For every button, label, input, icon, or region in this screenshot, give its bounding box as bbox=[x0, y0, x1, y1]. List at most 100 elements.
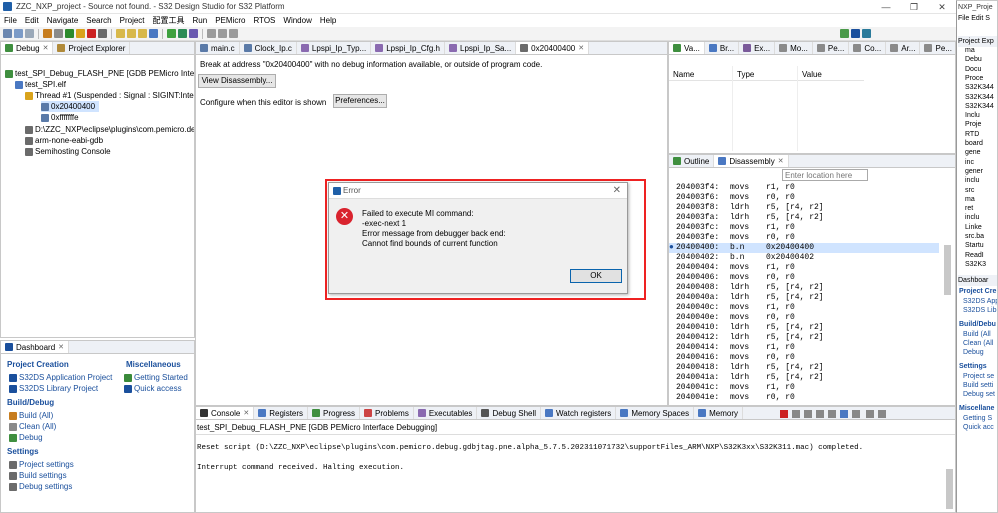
console-scrollbar[interactable] bbox=[946, 469, 953, 509]
minimize-button[interactable]: — bbox=[872, 0, 900, 14]
secondary-tree-item[interactable]: src bbox=[965, 186, 974, 195]
tab-lpspi-ip-sa[interactable]: Lpspi_Ip_Sa... bbox=[445, 42, 517, 54]
column-name[interactable]: Name bbox=[673, 69, 694, 80]
disassembly-row[interactable]: 204003f8: ldrh r5, [r4, r2] bbox=[669, 203, 939, 213]
tree-item-gdb[interactable]: arm-none-eabi-gdb bbox=[25, 135, 103, 146]
secondary-tree-item[interactable]: inclu bbox=[965, 213, 979, 222]
link-clean-all[interactable]: Clean (All) bbox=[9, 421, 56, 432]
tree-item-launch[interactable]: test_SPI_Debug_FLASH_PNE [GDB PEMicro In… bbox=[5, 68, 194, 79]
remove-launch-icon[interactable] bbox=[792, 410, 800, 418]
tab-cores[interactable]: Co... bbox=[849, 42, 887, 54]
secondary-tree-item[interactable]: inc bbox=[965, 158, 974, 167]
tree-item-elf[interactable]: test_SPI.elf bbox=[15, 79, 66, 90]
secondary-section-link[interactable]: Getting S bbox=[963, 414, 992, 423]
disassembly-row[interactable]: 204003fc: movs r1, r0 bbox=[669, 223, 939, 233]
restore-button[interactable]: ❐ bbox=[900, 0, 928, 14]
maximize-view-icon[interactable] bbox=[878, 410, 886, 418]
external-tools-icon[interactable] bbox=[189, 29, 198, 38]
disassembly-row[interactable]: 2040040c: movs r1, r0 bbox=[669, 303, 939, 313]
tab-debug-shell[interactable]: Debug Shell bbox=[477, 407, 542, 419]
tab-problems[interactable]: Problems bbox=[360, 407, 414, 419]
column-value[interactable]: Value bbox=[802, 69, 822, 80]
tab-breakpoints[interactable]: Br... bbox=[705, 42, 740, 54]
terminate-icon[interactable] bbox=[780, 410, 788, 418]
tab-disassembly[interactable]: Disassembly ✕ bbox=[714, 155, 789, 167]
display-console-icon[interactable] bbox=[840, 410, 848, 418]
disassembly-row[interactable]: 20400410: ldrh r5, [r4, r2] bbox=[669, 323, 939, 333]
link-project-settings[interactable]: Project settings bbox=[9, 459, 74, 470]
disassembly-row[interactable]: 2040041e: movs r0, r0 bbox=[669, 393, 939, 403]
menu-rtos[interactable]: RTOS bbox=[249, 16, 279, 25]
disassembly-row[interactable]: 204003f4: movs r1, r0 bbox=[669, 183, 939, 193]
disassembly-row[interactable]: 20400414: movs r1, r0 bbox=[669, 343, 939, 353]
view-disassembly-button[interactable]: View Disassembly... bbox=[198, 74, 276, 88]
disassembly-row[interactable]: 204003fa: ldrh r5, [r4, r2] bbox=[669, 213, 939, 223]
secondary-tree-item[interactable]: ret bbox=[965, 204, 973, 213]
disconnect-icon[interactable] bbox=[98, 29, 107, 38]
link-debug-settings[interactable]: Debug settings bbox=[9, 481, 72, 492]
column-type[interactable]: Type bbox=[737, 69, 754, 80]
secondary-tree-item[interactable]: Docu bbox=[965, 65, 981, 74]
secondary-tree-item[interactable]: gene bbox=[965, 148, 981, 157]
menu-config-tools[interactable]: 配置工具 bbox=[149, 15, 189, 26]
tab-outline[interactable]: Outline bbox=[669, 155, 715, 167]
disassembly-row[interactable]: 20400404: movs r1, r0 bbox=[669, 263, 939, 273]
secondary-section-title[interactable]: Project Cre bbox=[959, 286, 996, 297]
tree-item-semihosting[interactable]: Semihosting Console bbox=[25, 146, 111, 157]
menu-edit[interactable]: Edit bbox=[21, 16, 43, 25]
secondary-tree-item[interactable]: ReadI bbox=[965, 251, 984, 260]
secondary-tree-item[interactable]: S32K344 bbox=[965, 93, 994, 102]
build-icon[interactable] bbox=[43, 29, 52, 38]
disassembly-row[interactable]: 204003fe: movs r0, r0 bbox=[669, 233, 939, 243]
secondary-section-link[interactable]: S32DS Libr bbox=[963, 306, 997, 315]
tab-clock-ip-c[interactable]: Clock_Ip.c bbox=[240, 42, 297, 54]
tab-variables[interactable]: Va... bbox=[669, 42, 705, 54]
tab-executables[interactable]: Executables bbox=[414, 407, 478, 419]
secondary-section-link[interactable]: Build setti bbox=[963, 381, 993, 390]
tab-watch-registers[interactable]: Watch registers bbox=[541, 407, 617, 419]
secondary-section-title[interactable]: Build/Debu bbox=[959, 319, 996, 330]
tree-item-thread[interactable]: Thread #1 (Suspended : Signal : SIGINT:I… bbox=[25, 90, 194, 101]
secondary-section-link[interactable]: S32DS App bbox=[963, 297, 997, 306]
close-icon[interactable]: ✕ bbox=[43, 44, 49, 52]
menu-search[interactable]: Search bbox=[82, 16, 115, 25]
disassembly-row[interactable]: 20400418: ldrh r5, [r4, r2] bbox=[669, 363, 939, 373]
tab-progress[interactable]: Progress bbox=[308, 407, 361, 419]
secondary-tree-item[interactable]: S32K344 bbox=[965, 83, 994, 92]
run-icon[interactable] bbox=[178, 29, 187, 38]
secondary-tree-item[interactable]: ma bbox=[965, 46, 975, 55]
menu-run[interactable]: Run bbox=[189, 16, 212, 25]
scroll-lock-icon[interactable] bbox=[816, 410, 824, 418]
secondary-tree-item[interactable]: S32K344 bbox=[965, 102, 994, 111]
secondary-section-title[interactable]: Settings bbox=[959, 361, 987, 372]
link-getting-started[interactable]: Getting Started bbox=[124, 372, 188, 383]
resume-icon[interactable] bbox=[65, 29, 74, 38]
terminate-icon[interactable] bbox=[87, 29, 96, 38]
clear-console-icon[interactable] bbox=[804, 410, 812, 418]
tab-pe[interactable]: Pe... bbox=[920, 42, 955, 54]
disassembly-row[interactable]: 20400408: ldrh r5, [r4, r2] bbox=[669, 283, 939, 293]
location-input[interactable] bbox=[782, 169, 868, 181]
secondary-section-link[interactable]: Debug set bbox=[963, 390, 995, 399]
secondary-section-link[interactable]: Clean (All bbox=[963, 339, 993, 348]
secondary-tree-item[interactable]: gener bbox=[965, 167, 983, 176]
minimize-view-icon[interactable] bbox=[866, 410, 874, 418]
link-debug[interactable]: Debug bbox=[9, 432, 43, 443]
secondary-tree-item[interactable]: Startu bbox=[965, 241, 984, 250]
link-quick-access[interactable]: Quick access bbox=[124, 383, 182, 394]
perspective-c-icon[interactable] bbox=[851, 29, 860, 38]
disassembly-row[interactable]: 20400406: movs r0, r0 bbox=[669, 273, 939, 283]
disassembly-row[interactable]: 20400412: ldrh r5, [r4, r2] bbox=[669, 333, 939, 343]
secondary-tree-item[interactable]: S32K3 bbox=[965, 260, 986, 269]
clean-icon[interactable] bbox=[54, 29, 63, 38]
forward-icon[interactable] bbox=[229, 29, 238, 38]
tab-console[interactable]: Console ✕ bbox=[196, 407, 255, 419]
close-icon[interactable]: ✕ bbox=[243, 409, 249, 417]
ok-button[interactable]: OK bbox=[570, 269, 622, 283]
secondary-section-link[interactable]: Build (All bbox=[963, 330, 991, 339]
perspective-other-icon[interactable] bbox=[862, 29, 871, 38]
search-icon[interactable] bbox=[207, 29, 216, 38]
disassembly-row[interactable]: 2040041c: movs r1, r0 bbox=[669, 383, 939, 393]
tab-memory-spaces[interactable]: Memory Spaces bbox=[616, 407, 695, 419]
secondary-tree-item[interactable]: Proce bbox=[965, 74, 983, 83]
